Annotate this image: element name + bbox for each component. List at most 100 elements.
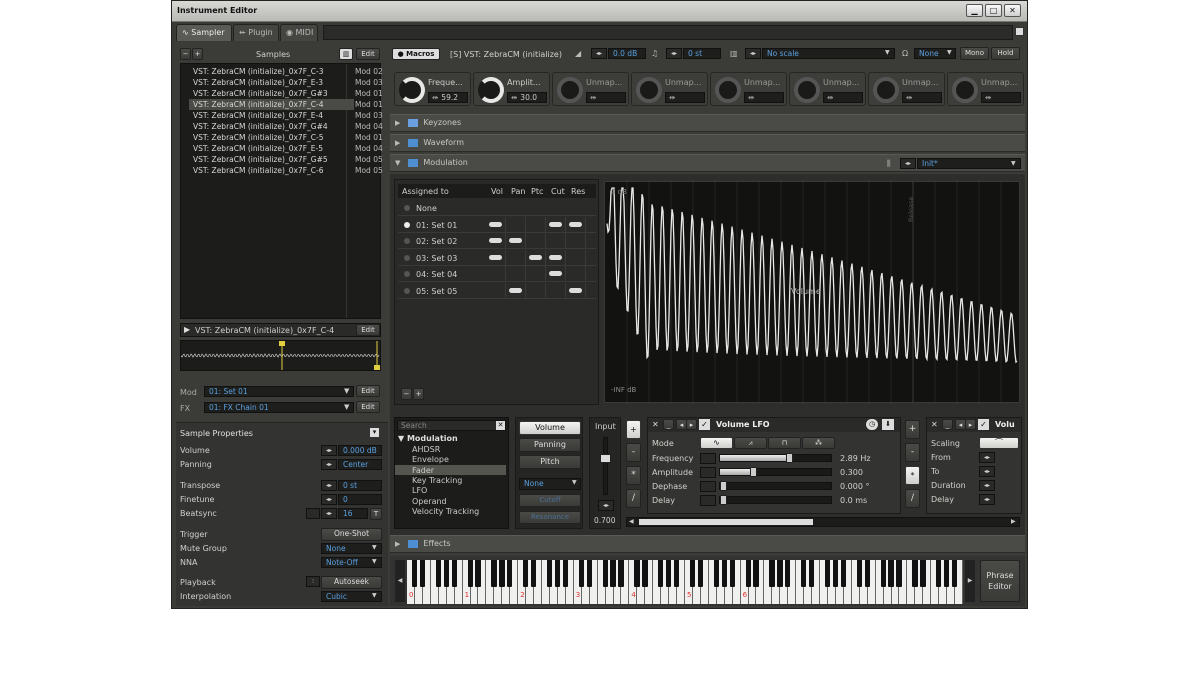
source-item[interactable]: Operand — [395, 496, 506, 506]
lfo-param-slider[interactable] — [719, 481, 832, 491]
assign-cell-cut[interactable] — [546, 266, 566, 282]
maximize-button[interactable]: □ — [985, 4, 1002, 17]
list-item[interactable]: VST: ZebraCM (initialize)_0x7F_C-3 — [189, 66, 354, 77]
multiply-operator-button[interactable]: * — [626, 466, 641, 485]
transpose-stepper[interactable]: ◂▸ — [321, 480, 337, 491]
black-key[interactable] — [475, 560, 481, 587]
macro-slot[interactable]: Amplit... ⇹ 30.0 — [473, 72, 550, 106]
tab-plugin[interactable]: ⇷ Plugin — [233, 24, 279, 41]
assign-cell-pan[interactable] — [506, 216, 526, 233]
transpose-value[interactable]: 0 st — [338, 480, 382, 491]
remove-sample-button[interactable]: − — [180, 48, 191, 60]
black-key[interactable] — [880, 560, 886, 587]
table-row[interactable]: None — [398, 200, 596, 216]
set-radio[interactable] — [404, 287, 410, 294]
add-sample-button[interactable]: + — [192, 48, 203, 60]
assign-cell-pan[interactable] — [506, 249, 526, 266]
black-key[interactable] — [546, 560, 553, 587]
lfo-param-slider[interactable] — [719, 453, 832, 463]
assign-cell-cut[interactable] — [546, 233, 566, 249]
input-slider-track[interactable] — [603, 437, 608, 495]
black-key[interactable] — [801, 560, 807, 587]
transpose-stepper[interactable]: ◂▸ — [666, 48, 682, 59]
beatsync-stepper[interactable]: ◂▸ — [321, 508, 337, 519]
black-key[interactable] — [809, 560, 815, 587]
list-item[interactable]: VST: ZebraCM (initialize)_0x7F_E-4 — [189, 110, 354, 121]
assign-cell-ptc[interactable] — [526, 282, 546, 299]
black-key[interactable] — [467, 560, 473, 587]
assign-cell-vol[interactable] — [486, 249, 506, 266]
waveform-section[interactable]: ▶ Waveform — [390, 134, 1025, 152]
black-key[interactable] — [658, 560, 664, 587]
tab-midi[interactable]: ◉ MIDI — [280, 24, 318, 41]
keyzones-section[interactable]: ▶ Keyzones — [390, 114, 1025, 132]
macro-knob[interactable] — [478, 77, 504, 103]
panning-value[interactable]: Center — [338, 459, 382, 470]
table-row[interactable]: 04: Set 04 — [398, 266, 596, 282]
macro-slot[interactable]: Unmap... ⇹ — [947, 72, 1024, 106]
assign-cell-cut[interactable] — [546, 282, 566, 299]
slider-handle[interactable] — [750, 467, 758, 477]
saw-mode-button[interactable]: ⩘ — [734, 437, 767, 449]
chevron-down-icon[interactable]: ▼ — [885, 49, 890, 56]
volume-value[interactable]: 0.000 dB — [338, 445, 382, 456]
lfo-enable-checkbox[interactable]: ✓ — [699, 419, 710, 430]
fx-edit-button[interactable]: Edit — [356, 401, 380, 413]
gain-stepper[interactable]: ◂▸ — [591, 48, 607, 59]
playback-icon[interactable]: ⫶ — [306, 576, 320, 587]
chevron-down-icon[interactable]: ▼ — [372, 558, 377, 565]
macros-button[interactable]: ● Macros — [392, 48, 440, 60]
assign-cell-cut[interactable] — [546, 249, 566, 266]
scale-select[interactable]: No scale — [762, 48, 895, 59]
modulation-section[interactable]: ▼ Modulation ⫼ ◂▸ Init* ▼ — [390, 154, 1025, 172]
black-key[interactable] — [840, 560, 847, 587]
macro-value[interactable]: ⇹ — [823, 92, 863, 103]
remove-set-button[interactable]: − — [401, 388, 412, 400]
macro-knob[interactable] — [715, 77, 741, 103]
black-key[interactable] — [562, 560, 569, 587]
black-key[interactable] — [721, 560, 727, 587]
keyboard-scroll-right-icon[interactable]: ▶ — [965, 560, 975, 602]
black-key[interactable] — [920, 560, 926, 587]
source-item[interactable]: Envelope — [395, 454, 506, 464]
black-key[interactable] — [864, 560, 870, 587]
sync-icon[interactable]: ◷ — [866, 419, 878, 430]
black-key[interactable] — [888, 560, 894, 587]
hold-button[interactable]: Hold — [991, 47, 1020, 60]
random-mode-button[interactable]: ⁂ — [802, 437, 835, 449]
black-key[interactable] — [936, 560, 942, 587]
assign-cell-res[interactable] — [566, 249, 586, 266]
add-set-button[interactable]: + — [413, 388, 424, 400]
fx-chain-select[interactable]: 01: FX Chain 01 — [204, 402, 354, 413]
macro-slot[interactable]: Unmap... ⇹ — [868, 72, 945, 106]
macro-slot[interactable]: Freque... ⇹ 59.2 — [394, 72, 471, 106]
save-icon[interactable]: ⬇ — [882, 419, 894, 430]
chevron-down-icon[interactable]: ▼ — [1011, 156, 1016, 172]
gain-value[interactable]: 0.0 dB — [608, 48, 646, 59]
scroll-left-icon[interactable]: ◀ — [629, 518, 634, 525]
black-key[interactable] — [523, 560, 529, 587]
chevron-down-icon[interactable]: ▼ — [372, 592, 377, 599]
scroll-right-icon[interactable]: ▶ — [1011, 518, 1016, 525]
black-key[interactable] — [832, 560, 839, 587]
add-operator-button[interactable]: + — [626, 420, 641, 439]
source-item[interactable]: AHDSR — [395, 444, 506, 454]
phrase-editor-button[interactable]: Phrase Editor — [980, 560, 1020, 602]
modulation-group[interactable]: ▼ Modulation — [398, 434, 458, 443]
set-radio[interactable] — [404, 205, 410, 211]
list-item[interactable]: VST: ZebraCM (initialize)_0x7F_G#4 — [189, 121, 354, 132]
sample-mod-assignment[interactable]: Mod 03 — [355, 77, 385, 88]
assign-cell-vol[interactable] — [486, 282, 506, 299]
volume-target-button[interactable]: Volume — [519, 421, 581, 435]
close-icon[interactable]: ✕ — [652, 420, 659, 429]
source-search-input[interactable]: Search — [397, 420, 506, 431]
black-key[interactable] — [729, 560, 735, 587]
chevron-down-icon[interactable]: ▼ — [947, 49, 952, 56]
square-mode-button[interactable]: ⊓ — [768, 437, 801, 449]
source-item[interactable]: Fader — [395, 464, 506, 475]
black-key[interactable] — [610, 560, 616, 587]
pitch-target-button[interactable]: Pitch — [519, 455, 581, 469]
set-radio[interactable] — [404, 271, 410, 277]
preset-stepper[interactable]: ◂▸ — [900, 158, 916, 169]
set-radio[interactable] — [404, 221, 410, 228]
